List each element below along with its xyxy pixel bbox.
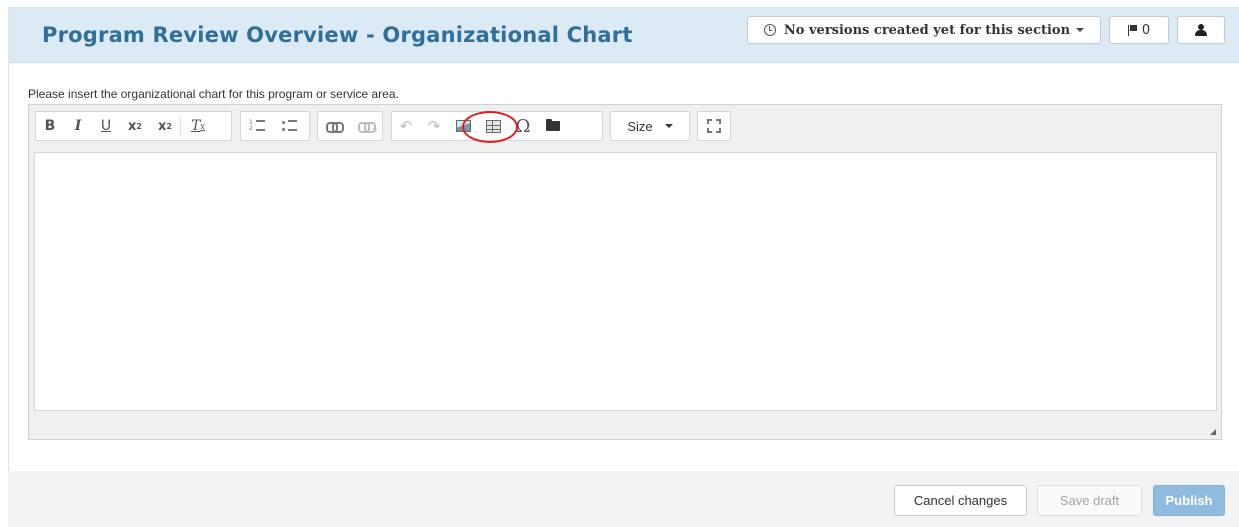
cancel-changes-button[interactable]: Cancel changes — [894, 485, 1027, 516]
remove-format-button[interactable]: Tx — [181, 112, 215, 140]
undo-button[interactable]: ↶ — [392, 112, 420, 140]
table-icon — [485, 119, 501, 133]
flag-count: 0 — [1141, 22, 1151, 38]
editor-content-area[interactable] — [34, 152, 1217, 411]
maximize-button[interactable] — [698, 112, 730, 140]
toolbar-group-links: ✕ — [317, 111, 383, 141]
toolbar-group-size: Size — [610, 111, 690, 141]
link-icon — [326, 121, 344, 133]
size-label: Size — [627, 118, 653, 134]
user-icon — [1195, 24, 1207, 36]
numbered-list-icon: 12 — [249, 120, 265, 132]
image-button[interactable] — [448, 112, 478, 140]
underline-button[interactable]: U — [92, 112, 120, 140]
toolbar-group-lists: 12 — [240, 111, 310, 141]
toolbar-group-view — [697, 111, 731, 141]
image-icon — [455, 120, 471, 132]
rich-text-editor: B I U x2 x2 Tx 12 ✕ ↶ ↷ Ω Size — [28, 104, 1222, 440]
undo-icon: ↶ — [399, 117, 413, 135]
panel-header: Program Review Overview - Organizational… — [9, 8, 1239, 63]
toolbar-group-insert: ↶ ↷ Ω — [391, 111, 603, 141]
flag-button[interactable]: 0 — [1109, 16, 1169, 44]
form-footer: Cancel changes Save draft Publish — [8, 471, 1239, 527]
resize-grip-icon[interactable] — [1210, 429, 1216, 435]
bold-button[interactable]: B — [36, 112, 64, 140]
table-button[interactable] — [478, 112, 508, 140]
unlink-button[interactable]: ✕ — [350, 112, 382, 140]
publish-button[interactable]: Publish — [1153, 485, 1225, 516]
caret-down-icon — [1076, 28, 1085, 32]
subscript-button[interactable]: x2 — [120, 112, 150, 140]
page-title: Program Review Overview - Organizational… — [42, 23, 633, 47]
toolbar-group-formatting: B I U x2 x2 Tx — [35, 111, 232, 141]
bulleted-list-button[interactable] — [273, 112, 305, 140]
maximize-icon — [707, 119, 721, 133]
italic-button[interactable]: I — [64, 112, 92, 140]
save-draft-button[interactable]: Save draft — [1037, 485, 1142, 516]
user-button[interactable] — [1177, 16, 1225, 44]
browse-files-button[interactable] — [538, 112, 568, 140]
numbered-list-button[interactable]: 12 — [241, 112, 273, 140]
link-button[interactable] — [318, 112, 350, 140]
redo-button[interactable]: ↷ — [420, 112, 448, 140]
field-instruction: Please insert the organizational chart f… — [28, 87, 399, 101]
size-dropdown[interactable]: Size — [611, 112, 689, 140]
redo-icon: ↷ — [427, 117, 441, 135]
clock-icon — [763, 24, 776, 36]
flag-icon — [1127, 25, 1137, 36]
caret-down-icon — [664, 124, 673, 128]
versions-label: No versions created yet for this section — [783, 22, 1071, 38]
special-character-button[interactable]: Ω — [508, 112, 538, 140]
omega-icon: Ω — [515, 115, 531, 137]
versions-dropdown[interactable]: No versions created yet for this section — [747, 16, 1101, 44]
superscript-button[interactable]: x2 — [150, 112, 180, 140]
bulleted-list-icon — [281, 120, 297, 132]
unlink-icon: ✕ — [358, 121, 378, 135]
folder-icon — [546, 119, 560, 131]
